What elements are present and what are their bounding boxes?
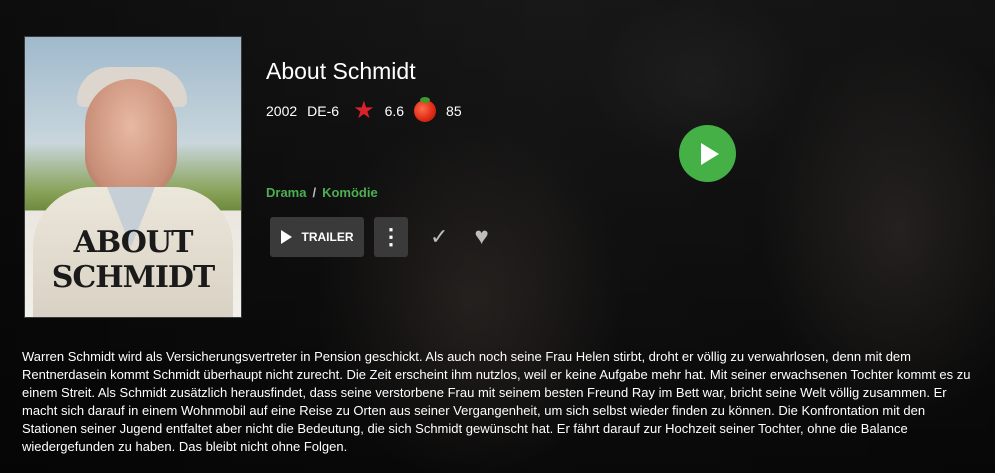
trailer-button[interactable]: TRAILER [270, 217, 364, 257]
star-icon: ★ [353, 97, 375, 124]
genre-list: Drama / Komödie [266, 185, 378, 200]
play-movie-button[interactable] [679, 125, 736, 182]
movie-poster[interactable]: ABOUT SCHMIDT [24, 36, 242, 318]
movie-description: Warren Schmidt wird als Versicherungsver… [22, 349, 971, 454]
genre-link-drama[interactable]: Drama [266, 185, 306, 200]
favorite-button[interactable]: ♥ [474, 223, 488, 251]
heart-icon: ♥ [474, 223, 489, 250]
tomato-icon [414, 97, 437, 122]
release-year: 2002 [266, 103, 298, 119]
genre-link-komoedie[interactable]: Komödie [322, 185, 378, 200]
rating-value: 6.6 [384, 103, 405, 119]
poster-title: ABOUT SCHMIDT [51, 225, 215, 295]
movie-meta: 2002 DE-6 ★ 6.6 85 [266, 97, 462, 124]
movie-title: About Schmidt [266, 58, 416, 84]
trailer-label: TRAILER [301, 230, 354, 244]
more-options-button[interactable]: ⋮ [374, 217, 408, 257]
age-rating: DE-6 [307, 103, 340, 119]
action-bar: TRAILER ⋮ ✓ ♥ [270, 217, 489, 257]
check-icon: ✓ [430, 224, 449, 249]
play-icon [701, 142, 719, 165]
tomato-score: 85 [446, 103, 462, 119]
more-vertical-icon: ⋮ [380, 224, 402, 249]
genre-separator: / [312, 185, 317, 200]
mark-watched-button[interactable]: ✓ [430, 224, 448, 250]
play-icon [280, 230, 292, 244]
